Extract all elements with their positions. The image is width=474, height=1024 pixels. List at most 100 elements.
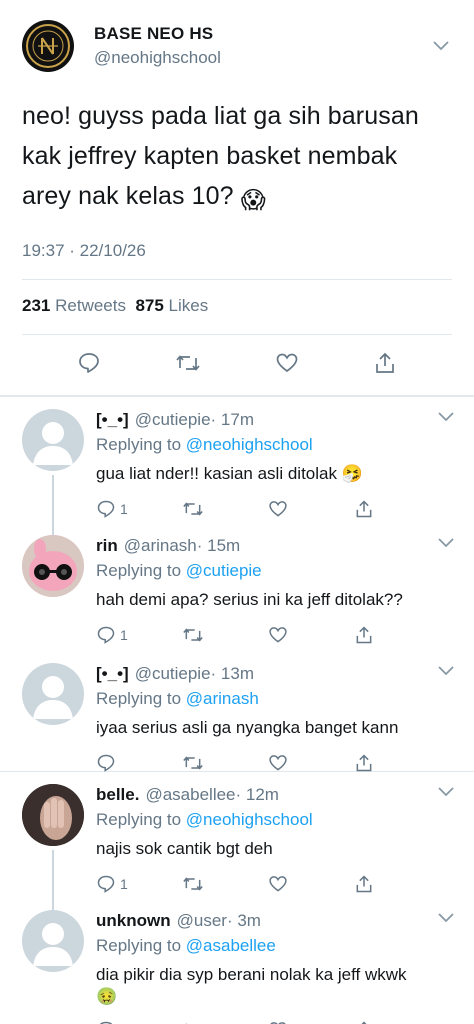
reply-author-handle[interactable]: @cutiepie: [135, 664, 211, 684]
share-button[interactable]: [354, 874, 440, 894]
reply-time: · 17m: [210, 410, 255, 429]
reply-count: 1: [120, 501, 128, 517]
chevron-down-icon: [433, 41, 449, 51]
retweet-icon: [185, 1023, 187, 1024]
like-button[interactable]: [275, 351, 299, 380]
replying-to-link[interactable]: @neohighschool: [186, 810, 313, 829]
reply-button[interactable]: 1: [96, 874, 182, 894]
share-button[interactable]: [354, 625, 440, 645]
sneezing-emoji-icon: 🤧: [341, 464, 363, 483]
main-tweet: BASE NEO HS @neohighschool neo! guyss pa…: [0, 0, 474, 395]
tweet-text-body: neo! guyss pada liat ga sih barusan kak …: [22, 102, 419, 210]
reply-button[interactable]: 1: [96, 499, 182, 519]
like-button[interactable]: [268, 1020, 354, 1024]
share-button[interactable]: [373, 351, 397, 380]
share-button[interactable]: [354, 1020, 440, 1024]
retweet-button[interactable]: [182, 753, 268, 773]
like-icon: [269, 755, 287, 771]
replying-to: Replying to @neohighschool: [96, 435, 452, 455]
avatar[interactable]: [22, 663, 84, 725]
reply-icon: [97, 875, 115, 893]
reply-actions: 1: [96, 866, 452, 902]
reply-text: najis sok cantik bgt deh: [96, 839, 273, 858]
reply-author-handle[interactable]: @arinash: [124, 536, 197, 556]
like-button[interactable]: [268, 499, 354, 519]
reply-menu-button[interactable]: [438, 535, 454, 553]
reply-time: · 15m: [196, 536, 241, 555]
reply-button[interactable]: 1: [96, 625, 182, 645]
replying-to-link[interactable]: @arinash: [186, 689, 259, 708]
reply-item[interactable]: rin @arinash · 15m Replying to @cutiepie h…: [0, 523, 474, 651]
pink-plush-avatar-icon: [22, 535, 84, 597]
reply-author-name[interactable]: [•_•]: [96, 664, 129, 684]
reply-author-name[interactable]: rin: [96, 536, 118, 556]
retweet-icon: [176, 354, 200, 371]
reply-text: dia pikir dia syp berani nolak ka jeff w…: [96, 964, 452, 1008]
like-icon: [276, 353, 298, 372]
retweet-icon: [183, 756, 203, 770]
logo-crest-icon: [26, 24, 70, 68]
retweet-icon: [183, 628, 203, 642]
replying-to-link[interactable]: @asabellee: [186, 936, 276, 955]
share-icon: [356, 500, 372, 518]
reply-author-name[interactable]: [•_•]: [96, 410, 129, 430]
avatar[interactable]: [22, 535, 84, 597]
main-tweet-header: BASE NEO HS @neohighschool: [22, 18, 452, 74]
tweet-menu-button[interactable]: [430, 35, 452, 57]
reply-author-handle[interactable]: @user: [177, 911, 227, 931]
default-avatar-icon: [33, 676, 73, 719]
replying-to-link[interactable]: @cutiepie: [186, 561, 262, 580]
retweet-button[interactable]: [182, 625, 268, 645]
reply-author-name[interactable]: belle.: [96, 785, 139, 805]
like-label[interactable]: Likes: [169, 296, 209, 315]
like-button[interactable]: [268, 625, 354, 645]
replying-to-prefix: Replying to: [96, 561, 186, 580]
reply-menu-button[interactable]: [438, 663, 454, 681]
retweet-button[interactable]: [182, 1020, 268, 1024]
reply-text-body: gua liat nder!! kasian asli ditolak: [96, 464, 337, 483]
account-name[interactable]: BASE NEO HS: [94, 24, 430, 44]
retweet-label[interactable]: Retweets: [55, 296, 126, 315]
reply-author-handle[interactable]: @asabellee: [145, 785, 235, 805]
avatar[interactable]: [22, 409, 84, 471]
share-button[interactable]: [354, 499, 440, 519]
replying-to-prefix: Replying to: [96, 810, 186, 829]
reply-icon: [97, 626, 115, 644]
avatar[interactable]: [22, 910, 84, 972]
reply-button[interactable]: [77, 351, 101, 380]
reply-button[interactable]: [96, 753, 182, 773]
like-icon: [269, 501, 287, 517]
tweet-timestamp[interactable]: 19:37 · 22/10/26: [22, 241, 452, 280]
reply-item[interactable]: [•_•] @cutiepie · 17m Replying to @neohigh…: [0, 397, 474, 535]
like-icon: [269, 627, 287, 643]
like-button[interactable]: [268, 874, 354, 894]
reply-author-name[interactable]: unknown: [96, 911, 171, 931]
default-avatar-icon: [33, 923, 73, 966]
reply-menu-button[interactable]: [438, 910, 454, 928]
retweet-count[interactable]: 231: [22, 296, 50, 315]
like-button[interactable]: [268, 753, 354, 773]
reply-button[interactable]: [96, 1020, 182, 1024]
retweet-button[interactable]: [182, 874, 268, 894]
reply-author-handle[interactable]: @cutiepie: [135, 410, 211, 430]
replying-to-link[interactable]: @neohighschool: [186, 435, 313, 454]
reply-icon: [97, 500, 115, 518]
share-icon: [356, 754, 372, 772]
scream-emoji-icon: 😱: [240, 187, 266, 214]
account-handle[interactable]: @neohighschool: [94, 48, 430, 68]
retweet-button[interactable]: [175, 351, 201, 380]
reply-time: · 13m: [210, 664, 255, 683]
reply-actions: 1: [96, 491, 452, 527]
avatar[interactable]: [22, 784, 84, 846]
reply-item[interactable]: [•_•] @cutiepie · 13m Replying to @arinash…: [0, 651, 474, 773]
like-count[interactable]: 875: [135, 296, 163, 315]
retweet-button[interactable]: [182, 499, 268, 519]
share-button[interactable]: [354, 753, 440, 773]
reply-item[interactable]: unknown @user · 3m Replying to @asabellee …: [0, 898, 474, 1024]
reply-menu-button[interactable]: [438, 784, 454, 802]
reply-menu-button[interactable]: [438, 409, 454, 427]
account-avatar[interactable]: [22, 20, 74, 72]
reply-text-body: dia pikir dia syp berani nolak ka jeff w…: [96, 965, 407, 984]
tweet-stats: 231 Retweets 875 Likes: [22, 280, 452, 335]
reply-item[interactable]: belle. @asabellee · 12m Replying to @neohi…: [0, 772, 474, 910]
